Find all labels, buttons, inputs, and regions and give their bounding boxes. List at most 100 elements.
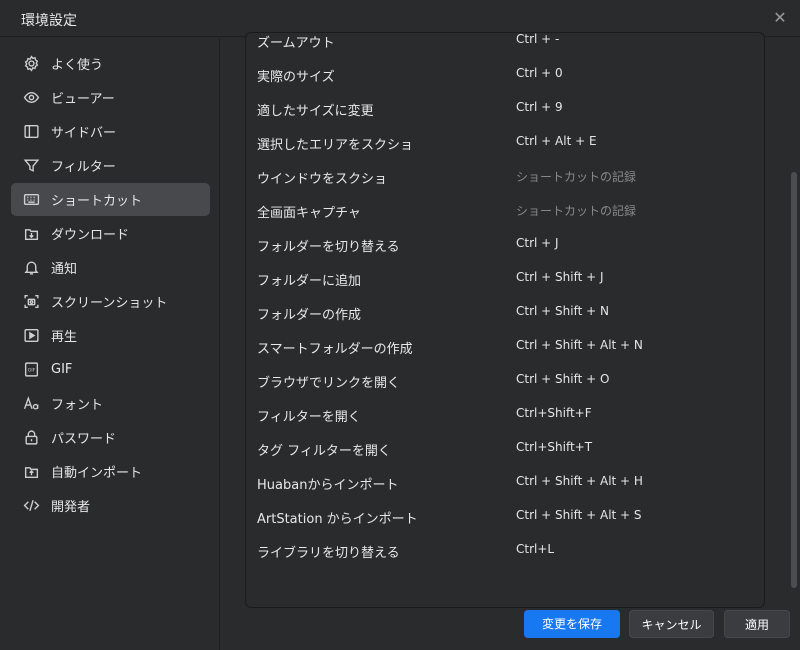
bell-icon xyxy=(22,259,40,277)
svg-text:GIF: GIF xyxy=(27,368,35,374)
sidebar-item-playback[interactable]: 再生 xyxy=(11,319,210,352)
sidebar-item-viewer[interactable]: ビューアー xyxy=(11,81,210,114)
sidebar: よく使う ビューアー サイドバー フィルター ショートカット ダウンロード 通知… xyxy=(0,38,220,650)
shortcut-record-field[interactable]: ショートカットの記録 xyxy=(516,168,636,185)
sidebar-item-label: パスワード xyxy=(51,432,117,447)
sidebar-item-label: 通知 xyxy=(51,262,78,277)
shortcut-row: ライブラリを切り替える Ctrl+L xyxy=(246,534,764,568)
shortcut-row: フォルダーを切り替える Ctrl + J xyxy=(246,228,764,262)
shortcut-name: 適したサイズに変更 xyxy=(257,104,374,119)
shortcut-list: ズームアウト Ctrl + - 実際のサイズ Ctrl + 0 適したサイズに変… xyxy=(245,32,765,608)
shortcut-row: Huabanからインポート Ctrl + Shift + Alt + H xyxy=(246,466,764,500)
sidebar-item-font[interactable]: フォント xyxy=(11,387,210,420)
shortcut-name: Huabanからインポート xyxy=(257,478,399,493)
filter-icon xyxy=(22,157,40,175)
shortcut-row: フォルダーに追加 Ctrl + Shift + J xyxy=(246,262,764,296)
sidebar-item-general[interactable]: よく使う xyxy=(11,47,210,80)
shortcut-row: フィルターを開く Ctrl+Shift+F xyxy=(246,398,764,432)
gif-icon: GIF xyxy=(22,361,40,379)
sidebar-item-developer[interactable]: 開発者 xyxy=(11,489,210,522)
shortcuts-pane: ズームアウト Ctrl + - 実際のサイズ Ctrl + 0 適したサイズに変… xyxy=(221,32,800,650)
sidebar-item-label: フィルター xyxy=(51,160,116,175)
sidebar-item-label: 再生 xyxy=(51,330,78,345)
sidebar-item-password[interactable]: パスワード xyxy=(11,421,210,454)
sidebar-item-label: ダウンロード xyxy=(51,228,130,243)
sidebar-item-label: 開発者 xyxy=(51,500,91,515)
sidebar-item-screenshot[interactable]: スクリーンショット xyxy=(11,285,210,318)
download-icon xyxy=(22,225,40,243)
sidebar-item-shortcuts[interactable]: ショートカット xyxy=(11,183,210,216)
gear-icon xyxy=(22,55,40,73)
sidebar-item-label: GIF xyxy=(51,362,73,377)
shortcut-key-field[interactable]: Ctrl + Shift + J xyxy=(516,270,604,284)
screenshot-icon xyxy=(22,293,40,311)
cancel-button[interactable]: キャンセル xyxy=(629,610,714,638)
sidebar-item-label: よく使う xyxy=(51,58,104,73)
shortcut-row: ズームアウト Ctrl + - xyxy=(246,33,764,58)
window-title: 環境設定 xyxy=(21,13,77,29)
keyboard-icon xyxy=(22,191,40,209)
play-icon xyxy=(22,327,40,345)
sidebar-item-label: フォント xyxy=(51,398,104,413)
shortcut-row: フォルダーの作成 Ctrl + Shift + N xyxy=(246,296,764,330)
sidebar-item-filter[interactable]: フィルター xyxy=(11,149,210,182)
sidebar-item-auto-import[interactable]: 自動インポート xyxy=(11,455,210,488)
shortcut-row: ArtStation からインポート Ctrl + Shift + Alt + … xyxy=(246,500,764,534)
shortcut-key-field[interactable]: Ctrl + Shift + Alt + H xyxy=(516,474,643,488)
sidebar-item-gif[interactable]: GIF GIF xyxy=(11,353,210,386)
shortcut-row: ウインドウをスクショ ショートカットの記録 xyxy=(246,160,764,194)
shortcut-row: 選択したエリアをスクショ Ctrl + Alt + E xyxy=(246,126,764,160)
shortcut-name: 選択したエリアをスクショ xyxy=(257,138,414,153)
sidebar-icon xyxy=(22,123,40,141)
shortcut-row: ブラウザでリンクを開く Ctrl + Shift + O xyxy=(246,364,764,398)
sidebar-item-label: スクリーンショット xyxy=(51,296,168,311)
shortcut-key-field[interactable]: Ctrl+L xyxy=(516,542,554,556)
shortcut-row: 適したサイズに変更 Ctrl + 9 xyxy=(246,92,764,126)
import-icon xyxy=(22,463,40,481)
shortcut-name: ズームアウト xyxy=(257,36,335,51)
shortcut-name: フォルダーの作成 xyxy=(257,308,362,323)
apply-button[interactable]: 適用 xyxy=(724,610,790,638)
shortcut-name: ライブラリを切り替える xyxy=(257,546,400,561)
code-icon xyxy=(22,497,40,515)
sidebar-item-notification[interactable]: 通知 xyxy=(11,251,210,284)
shortcut-name: ウインドウをスクショ xyxy=(257,172,388,187)
save-button[interactable]: 変更を保存 xyxy=(524,610,620,638)
shortcut-row: 全画面キャプチャ ショートカットの記録 xyxy=(246,194,764,228)
shortcut-row: タグ フィルターを開く Ctrl+Shift+T xyxy=(246,432,764,466)
shortcut-name: 全画面キャプチャ xyxy=(257,206,361,221)
shortcut-key-field[interactable]: Ctrl + Shift + Alt + S xyxy=(516,508,642,522)
sidebar-item-label: ビューアー xyxy=(51,92,115,107)
shortcut-name: ブラウザでリンクを開く xyxy=(257,376,401,391)
shortcut-name: フィルターを開く xyxy=(257,410,361,425)
sidebar-item-sidebar[interactable]: サイドバー xyxy=(11,115,210,148)
shortcut-key-field[interactable]: Ctrl + J xyxy=(516,236,559,250)
shortcut-key-field[interactable]: Ctrl+Shift+T xyxy=(516,440,592,454)
sidebar-item-label: 自動インポート xyxy=(51,466,143,481)
shortcut-name: フォルダーを切り替える xyxy=(257,240,400,255)
close-icon[interactable]: ✕ xyxy=(770,8,790,28)
lock-icon xyxy=(22,429,40,447)
shortcut-key-field[interactable]: Ctrl + Alt + E xyxy=(516,134,597,148)
shortcut-key-field[interactable]: Ctrl + Shift + N xyxy=(516,304,609,318)
shortcut-name: フォルダーに追加 xyxy=(257,274,362,289)
shortcut-name: スマートフォルダーの作成 xyxy=(257,342,413,357)
shortcut-key-field[interactable]: Ctrl + Shift + Alt + N xyxy=(516,338,643,352)
shortcut-name: 実際のサイズ xyxy=(257,70,335,85)
shortcut-name: タグ フィルターを開く xyxy=(257,444,391,459)
font-icon xyxy=(22,395,40,413)
shortcut-record-field[interactable]: ショートカットの記録 xyxy=(516,202,636,219)
shortcut-row: 実際のサイズ Ctrl + 0 xyxy=(246,58,764,92)
scrollbar[interactable] xyxy=(791,172,797,588)
shortcut-key-field[interactable]: Ctrl + 9 xyxy=(516,100,563,114)
sidebar-item-label: サイドバー xyxy=(51,126,117,141)
shortcut-name: ArtStation からインポート xyxy=(257,512,418,527)
sidebar-item-download[interactable]: ダウンロード xyxy=(11,217,210,250)
eye-icon xyxy=(22,89,40,107)
shortcut-key-field[interactable]: Ctrl + - xyxy=(516,33,559,46)
shortcut-key-field[interactable]: Ctrl + 0 xyxy=(516,66,563,80)
shortcut-row: スマートフォルダーの作成 Ctrl + Shift + Alt + N xyxy=(246,330,764,364)
shortcut-key-field[interactable]: Ctrl + Shift + O xyxy=(516,372,609,386)
shortcut-key-field[interactable]: Ctrl+Shift+F xyxy=(516,406,592,420)
sidebar-item-label: ショートカット xyxy=(51,194,143,209)
